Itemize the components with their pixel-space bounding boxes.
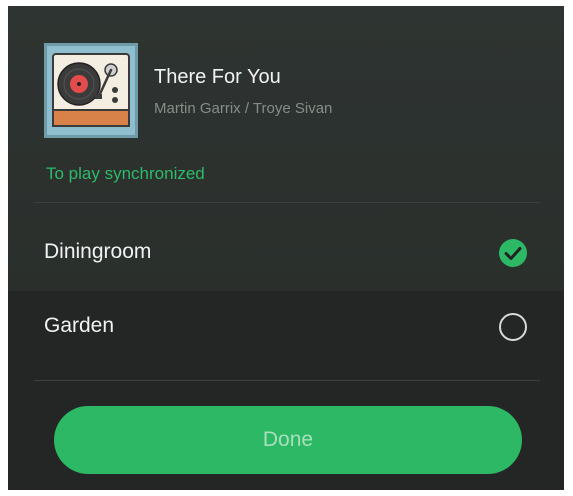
album-art xyxy=(44,43,138,138)
empty-circle-icon[interactable] xyxy=(498,312,528,342)
device-row-diningroom[interactable]: Diningroom xyxy=(8,218,564,286)
done-button[interactable]: Done xyxy=(54,406,522,474)
divider xyxy=(34,202,540,203)
song-artist: Martin Garrix / Troye Sivan xyxy=(154,100,333,117)
device-label: Garden xyxy=(44,314,115,337)
checkmark-circle-icon[interactable] xyxy=(498,238,528,268)
device-label: Diningroom xyxy=(44,240,152,263)
device-row-garden[interactable]: Garden xyxy=(8,292,564,360)
divider xyxy=(34,380,540,381)
song-title: There For You xyxy=(154,66,281,88)
done-button-label: Done xyxy=(262,428,314,451)
sync-label: To play synchronized xyxy=(46,164,205,183)
speaker-selection-sheet: There For You Martin Garrix / Troye Siva… xyxy=(8,6,564,490)
turntable-icon xyxy=(52,53,130,127)
